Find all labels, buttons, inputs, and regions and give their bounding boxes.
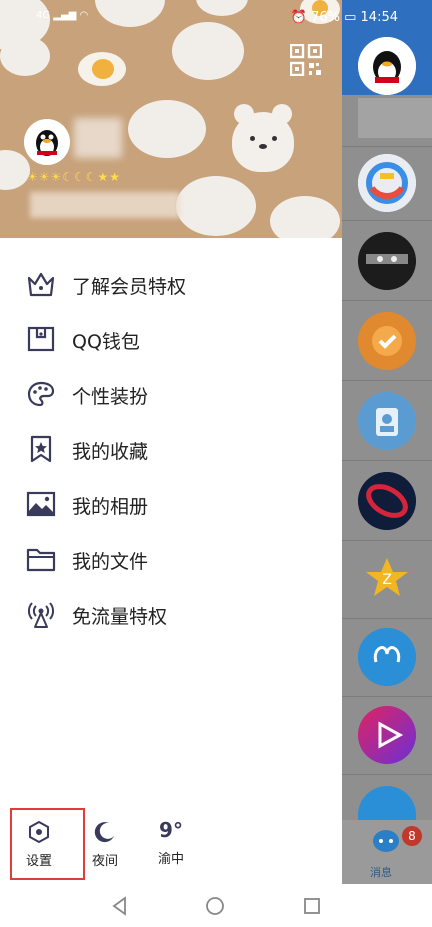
menu-item-favorites[interactable]: 我的收藏 [0, 425, 342, 473]
message-tab-label: 消息 [370, 866, 392, 879]
menu-item-label: 免流量特权 [72, 606, 168, 628]
night-mode-label: 夜间 [91, 854, 118, 869]
signal-tower-icon [28, 602, 54, 628]
chat-avatar[interactable] [358, 232, 416, 290]
menu-item-theme[interactable]: 个性装扮 [0, 370, 342, 418]
menu-item-label: 我的相册 [72, 496, 149, 518]
menu-item-wallet[interactable]: QQ钱包 [0, 315, 342, 363]
settings-button[interactable]: 设置 [14, 820, 64, 869]
chat-avatar[interactable]: Z [358, 550, 416, 608]
chat-search-bar[interactable] [358, 98, 432, 138]
menu-item-label: QQ钱包 [72, 331, 140, 353]
signature-blurred [30, 192, 180, 218]
palette-icon [27, 381, 55, 407]
unread-badge: 8 [402, 826, 422, 846]
chat-avatar[interactable] [358, 312, 416, 370]
chat-avatar[interactable] [358, 154, 416, 212]
qr-code-icon[interactable] [290, 44, 322, 76]
username-blurred [74, 118, 122, 158]
settings-label: 设置 [25, 854, 52, 869]
chat-avatar[interactable] [358, 472, 416, 530]
chat-bubble-icon [373, 830, 399, 852]
weather-widget[interactable]: 9° 渝中 [146, 818, 196, 867]
night-mode-button[interactable]: 夜间 [80, 820, 130, 869]
chat-list-dimmed[interactable]: Z 8 消息 [342, 0, 432, 927]
menu-item-free-data[interactable]: 免流量特权 [0, 590, 342, 638]
svg-text:Z: Z [382, 572, 392, 588]
menu-item-label: 我的收藏 [72, 441, 149, 463]
back-icon[interactable] [110, 896, 130, 916]
menu-item-vip[interactable]: 了解会员特权 [0, 260, 342, 308]
wallet-icon [27, 326, 55, 352]
crown-icon [27, 272, 55, 297]
moon-icon [94, 822, 114, 843]
chat-avatar[interactable] [358, 37, 416, 95]
status-right: ⏰ 76% ▭ 14:54 [290, 10, 398, 25]
weather-temperature: 9° [159, 818, 183, 842]
status-bar: 4G ▂▄▆ ◠ ⏰ 76% ▭ 14:54 [0, 0, 432, 36]
qq-level-icons[interactable]: ☀☀☀☾☾☾★★ [27, 170, 121, 184]
chat-avatar[interactable] [358, 628, 416, 686]
bookmark-star-icon [30, 435, 52, 463]
chat-avatar[interactable] [358, 706, 416, 764]
drawer-bottom-bar: 设置 夜间 9° 渝中 [0, 808, 342, 884]
user-avatar[interactable] [24, 119, 70, 165]
chat-avatar[interactable] [358, 392, 416, 450]
recents-icon[interactable] [302, 896, 322, 916]
signal-indicator: 4G ▂▄▆ ◠ [36, 10, 89, 21]
folder-icon [26, 548, 56, 572]
menu-item-label: 个性装扮 [72, 386, 149, 408]
settings-hexagon-icon [29, 820, 49, 844]
battery-percent: 76% [311, 10, 340, 25]
photo-album-icon [26, 491, 56, 517]
menu-item-label: 了解会员特权 [72, 276, 187, 298]
menu-item-files[interactable]: 我的文件 [0, 535, 342, 583]
clock-time: 14:54 [360, 10, 398, 25]
menu-item-album[interactable]: 我的相册 [0, 480, 342, 528]
system-nav-bar [0, 884, 432, 927]
bear-decoration [232, 104, 294, 172]
side-drawer: ☀☀☀☾☾☾★★ 了解会员特权 QQ钱包 个性装扮 我的收藏 我的相册 我的文件 [0, 0, 342, 927]
menu-item-label: 我的文件 [72, 551, 149, 573]
weather-city: 渝中 [157, 852, 184, 867]
home-icon[interactable] [205, 896, 225, 916]
